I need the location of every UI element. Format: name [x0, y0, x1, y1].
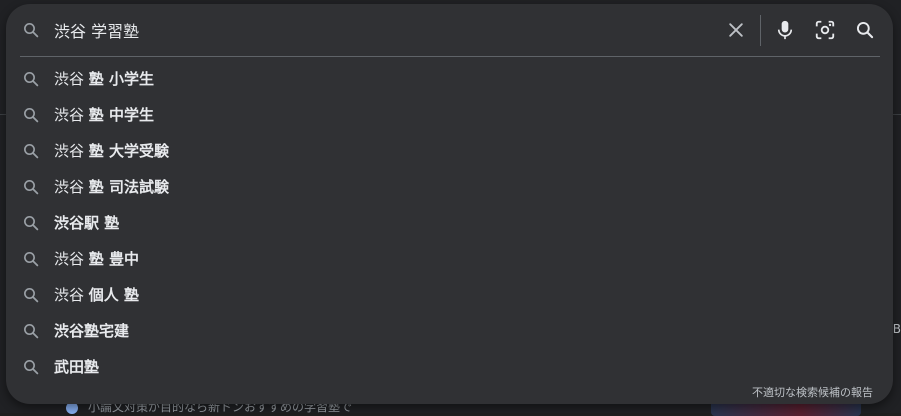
suggestion-bold: 渋谷塾宅建: [54, 322, 130, 340]
suggestion-item[interactable]: 武田塾: [6, 349, 893, 385]
suggestion-text: 渋谷 塾 豊中: [54, 249, 139, 269]
suggestion-item[interactable]: 渋谷 個人 塾: [6, 277, 893, 313]
suggestion-text: 渋谷塾宅建: [54, 321, 129, 341]
background-edge-text: B: [892, 322, 901, 336]
voice-search-button[interactable]: [771, 16, 799, 44]
suggestion-item[interactable]: 渋谷駅 塾: [6, 205, 893, 241]
suggestion-bold: 塾 小学生: [88, 70, 155, 88]
suggestion-item[interactable]: 渋谷塾宅建: [6, 313, 893, 349]
suggestion-plain: 渋谷: [54, 70, 89, 88]
suggestion-plain: 渋谷: [54, 106, 89, 124]
search-icon: [24, 324, 39, 339]
search-suggestions-popup: 渋谷 塾 小学生 渋谷 塾 中学生 渋谷 塾 大学受験 渋谷 塾 司法試験 渋谷…: [6, 4, 893, 404]
suggestion-text: 渋谷 塾 中学生: [54, 105, 154, 125]
suggestion-text: 渋谷 塾 小学生: [54, 69, 154, 89]
search-icon: [24, 360, 39, 375]
suggestion-bold: 塾 豊中: [88, 250, 140, 268]
suggestion-bold: 塾 大学受験: [88, 142, 170, 160]
search-button[interactable]: [851, 16, 879, 44]
suggestion-plain: 渋谷: [54, 178, 89, 196]
suggestion-item[interactable]: 渋谷 塾 豊中: [6, 241, 893, 277]
suggestion-bold: 渋谷駅 塾: [54, 214, 120, 232]
suggestion-text: 渋谷 個人 塾: [54, 285, 139, 305]
suggestion-plain: 渋谷: [54, 286, 89, 304]
search-icon: [24, 180, 39, 195]
suggestion-bold: 塾 中学生: [88, 106, 155, 124]
close-icon: [729, 23, 743, 37]
suggestion-list: 渋谷 塾 小学生 渋谷 塾 中学生 渋谷 塾 大学受験 渋谷 塾 司法試験 渋谷…: [6, 61, 893, 385]
suggestion-text: 渋谷 塾 大学受験: [54, 141, 169, 161]
suggestion-text: 渋谷 塾 司法試験: [54, 177, 169, 197]
suggestion-bold: 塾 司法試験: [88, 178, 170, 196]
mic-icon: [777, 20, 793, 40]
suggestion-text: 渋谷駅 塾: [54, 213, 119, 233]
search-icon: [24, 144, 39, 159]
suggestion-plain: 渋谷: [54, 250, 89, 268]
search-icon: [24, 72, 39, 87]
suggestion-item[interactable]: 渋谷 塾 大学受験: [6, 133, 893, 169]
search-icon: [24, 108, 39, 123]
suggestion-text: 武田塾: [54, 357, 99, 377]
search-icon: [24, 252, 39, 267]
search-icon: [24, 288, 39, 303]
suggestion-bold: 武田塾: [54, 358, 100, 376]
search-input[interactable]: [54, 17, 694, 43]
search-icon: [24, 216, 39, 231]
lens-icon: [815, 20, 835, 40]
lens-search-button[interactable]: [811, 16, 839, 44]
report-inappropriate-link[interactable]: 不適切な検索候補の報告: [752, 384, 873, 400]
search-divider: [20, 56, 880, 57]
suggestion-bold: 個人 塾: [88, 286, 140, 304]
suggestion-plain: 渋谷: [54, 142, 89, 160]
clear-button[interactable]: [722, 16, 750, 44]
suggestion-item[interactable]: 渋谷 塾 中学生: [6, 97, 893, 133]
search-icon: [856, 21, 874, 39]
toolbar-divider: [760, 15, 761, 46]
search-icon: [24, 23, 39, 38]
suggestion-item[interactable]: 渋谷 塾 小学生: [6, 61, 893, 97]
search-bar: [6, 4, 893, 56]
suggestion-item[interactable]: 渋谷 塾 司法試験: [6, 169, 893, 205]
